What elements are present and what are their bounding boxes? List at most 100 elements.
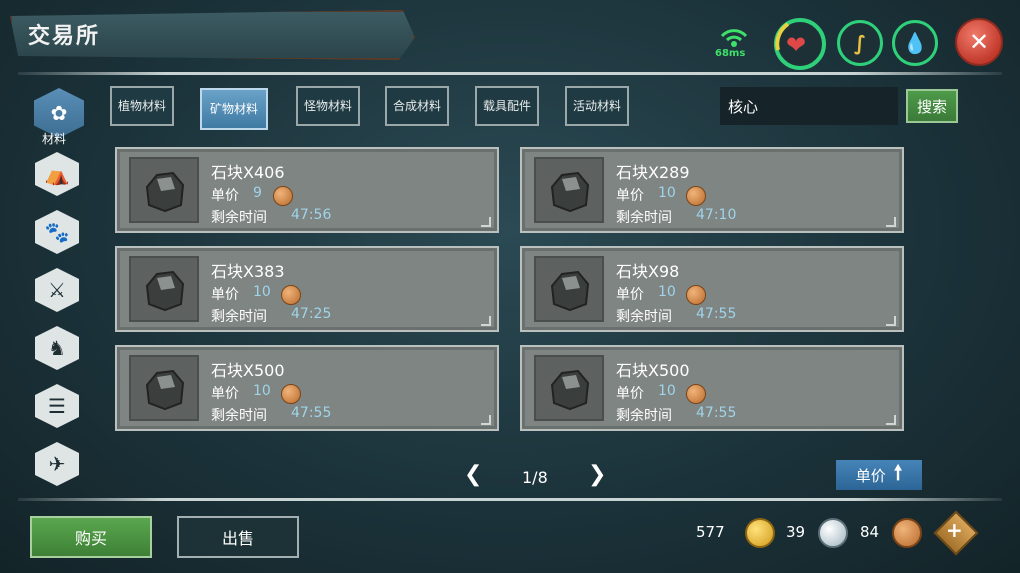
listing-card[interactable]: 石块X98 单价 10 剩余时间 47:55 — [520, 246, 904, 332]
bronze-coin-icon — [281, 285, 301, 305]
sidebar-item-camp[interactable]: ⛺ — [35, 152, 79, 196]
bronze-coin-icon — [686, 285, 706, 305]
gold-coin-icon — [745, 518, 775, 548]
sidebar-item-glider[interactable]: ✈ — [35, 442, 79, 486]
time-label: 剩余时间 — [211, 408, 267, 424]
materials-icon: ✿ — [50, 101, 68, 125]
water-drop-icon: 💧 — [902, 31, 928, 55]
sell-button[interactable]: 出售 — [177, 516, 299, 558]
stone-icon — [145, 171, 185, 213]
corner-mark — [886, 316, 896, 326]
listing-name: 石块X383 — [211, 262, 285, 281]
bronze-coin-icon — [281, 384, 301, 404]
arrow-up-icon: 🠕 — [893, 460, 903, 484]
stone-icon — [145, 270, 185, 312]
stone-icon — [550, 171, 590, 213]
listing-time: 47:55 — [696, 405, 737, 421]
bronze-amount: 84 — [860, 523, 880, 541]
sidebar-item-furniture[interactable]: ☰ — [35, 384, 79, 428]
tab-vehicle-parts[interactable]: 载具配件 — [475, 86, 539, 126]
search-button[interactable]: 搜索 — [906, 89, 958, 123]
price-label: 单价 — [616, 188, 644, 204]
stone-item-icon — [534, 355, 604, 421]
ping-text: 68ms — [715, 48, 746, 59]
bronze-coin-icon — [686, 186, 706, 206]
corner-mark — [481, 316, 491, 326]
listing-name: 石块X500 — [616, 361, 690, 380]
price-label: 单价 — [616, 386, 644, 402]
health-meter[interactable]: ❤ — [770, 14, 830, 74]
sort-label: 单价 — [855, 466, 886, 485]
listing-card[interactable]: 石块X500 单价 10 剩余时间 47:55 — [115, 345, 499, 431]
listing-time: 47:56 — [291, 207, 332, 223]
water-meter[interactable]: 💧 — [892, 20, 938, 66]
price-label: 单价 — [211, 386, 239, 402]
search-input[interactable] — [720, 87, 898, 125]
stone-item-icon — [129, 355, 199, 421]
plus-icon: + — [946, 518, 963, 542]
price-label: 单价 — [211, 287, 239, 303]
listing-card[interactable]: 石块X289 单价 10 剩余时间 47:10 — [520, 147, 904, 233]
silver-coin-icon — [818, 518, 848, 548]
stamina-icon: ∫ — [853, 31, 867, 55]
listing-name: 石块X98 — [616, 262, 680, 281]
corner-mark — [886, 217, 896, 227]
paw-icon: 🐾 — [44, 220, 70, 244]
next-page-button[interactable]: ❯ — [588, 462, 606, 487]
weapon-icon: ⚔ — [48, 278, 66, 302]
silver-amount: 39 — [786, 523, 806, 541]
listing-price: 10 — [658, 185, 676, 201]
tab-mineral-materials[interactable]: 矿物材料 — [200, 88, 268, 130]
time-label: 剩余时间 — [616, 408, 672, 424]
listing-time: 47:55 — [696, 306, 737, 322]
stone-item-icon — [129, 256, 199, 322]
listing-name: 石块X406 — [211, 163, 285, 182]
listing-price: 10 — [253, 284, 271, 300]
time-label: 剩余时间 — [211, 210, 267, 226]
chevron-left-icon: ❮ — [464, 462, 483, 487]
gold-amount: 577 — [696, 523, 725, 541]
tab-plant-materials[interactable]: 植物材料 — [110, 86, 174, 126]
page-title: 交易所 — [28, 24, 101, 49]
heart-icon: ❤ — [786, 31, 807, 59]
tab-event-materials[interactable]: 活动材料 — [565, 86, 629, 126]
top-divider — [18, 72, 1002, 75]
listing-price: 10 — [658, 383, 676, 399]
bronze-coin-icon — [892, 518, 922, 548]
sidebar-item-label: 材料 — [42, 132, 67, 146]
camp-icon: ⛺ — [44, 162, 70, 186]
sort-by-price-button[interactable]: 单价 🠕 — [836, 460, 922, 490]
bronze-coin-icon — [686, 384, 706, 404]
sidebar-item-pets[interactable]: 🐾 — [35, 210, 79, 254]
buy-button[interactable]: 购买 — [30, 516, 152, 558]
stone-icon — [550, 369, 590, 411]
bronze-coin-icon — [273, 186, 293, 206]
horse-icon: ♞ — [48, 336, 66, 360]
tab-monster-materials[interactable]: 怪物材料 — [296, 86, 360, 126]
stone-item-icon — [534, 256, 604, 322]
price-label: 单价 — [616, 287, 644, 303]
time-label: 剩余时间 — [616, 309, 672, 325]
chevron-right-icon: ❯ — [588, 462, 607, 487]
listing-card[interactable]: 石块X406 单价 9 剩余时间 47:56 — [115, 147, 499, 233]
prev-page-button[interactable]: ❮ — [464, 462, 482, 487]
price-label: 单价 — [211, 188, 239, 204]
time-label: 剩余时间 — [211, 309, 267, 325]
close-button[interactable]: ✕ — [955, 18, 1003, 66]
corner-mark — [481, 415, 491, 425]
sidebar-item-weapons[interactable]: ⚔ — [35, 268, 79, 312]
corner-mark — [481, 217, 491, 227]
tab-crafting-materials[interactable]: 合成材料 — [385, 86, 449, 126]
listing-time: 47:55 — [291, 405, 332, 421]
listing-name: 石块X289 — [616, 163, 690, 182]
stamina-meter[interactable]: ∫ — [837, 20, 883, 66]
listing-card[interactable]: 石块X500 单价 10 剩余时间 47:55 — [520, 345, 904, 431]
sidebar-item-mounts[interactable]: ♞ — [35, 326, 79, 370]
furniture-icon: ☰ — [48, 394, 66, 418]
listing-card[interactable]: 石块X383 单价 10 剩余时间 47:25 — [115, 246, 499, 332]
time-label: 剩余时间 — [616, 210, 672, 226]
wifi-icon — [720, 29, 748, 47]
listing-time: 47:25 — [291, 306, 332, 322]
stone-icon — [550, 270, 590, 312]
page-indicator: 1/8 — [522, 468, 548, 487]
